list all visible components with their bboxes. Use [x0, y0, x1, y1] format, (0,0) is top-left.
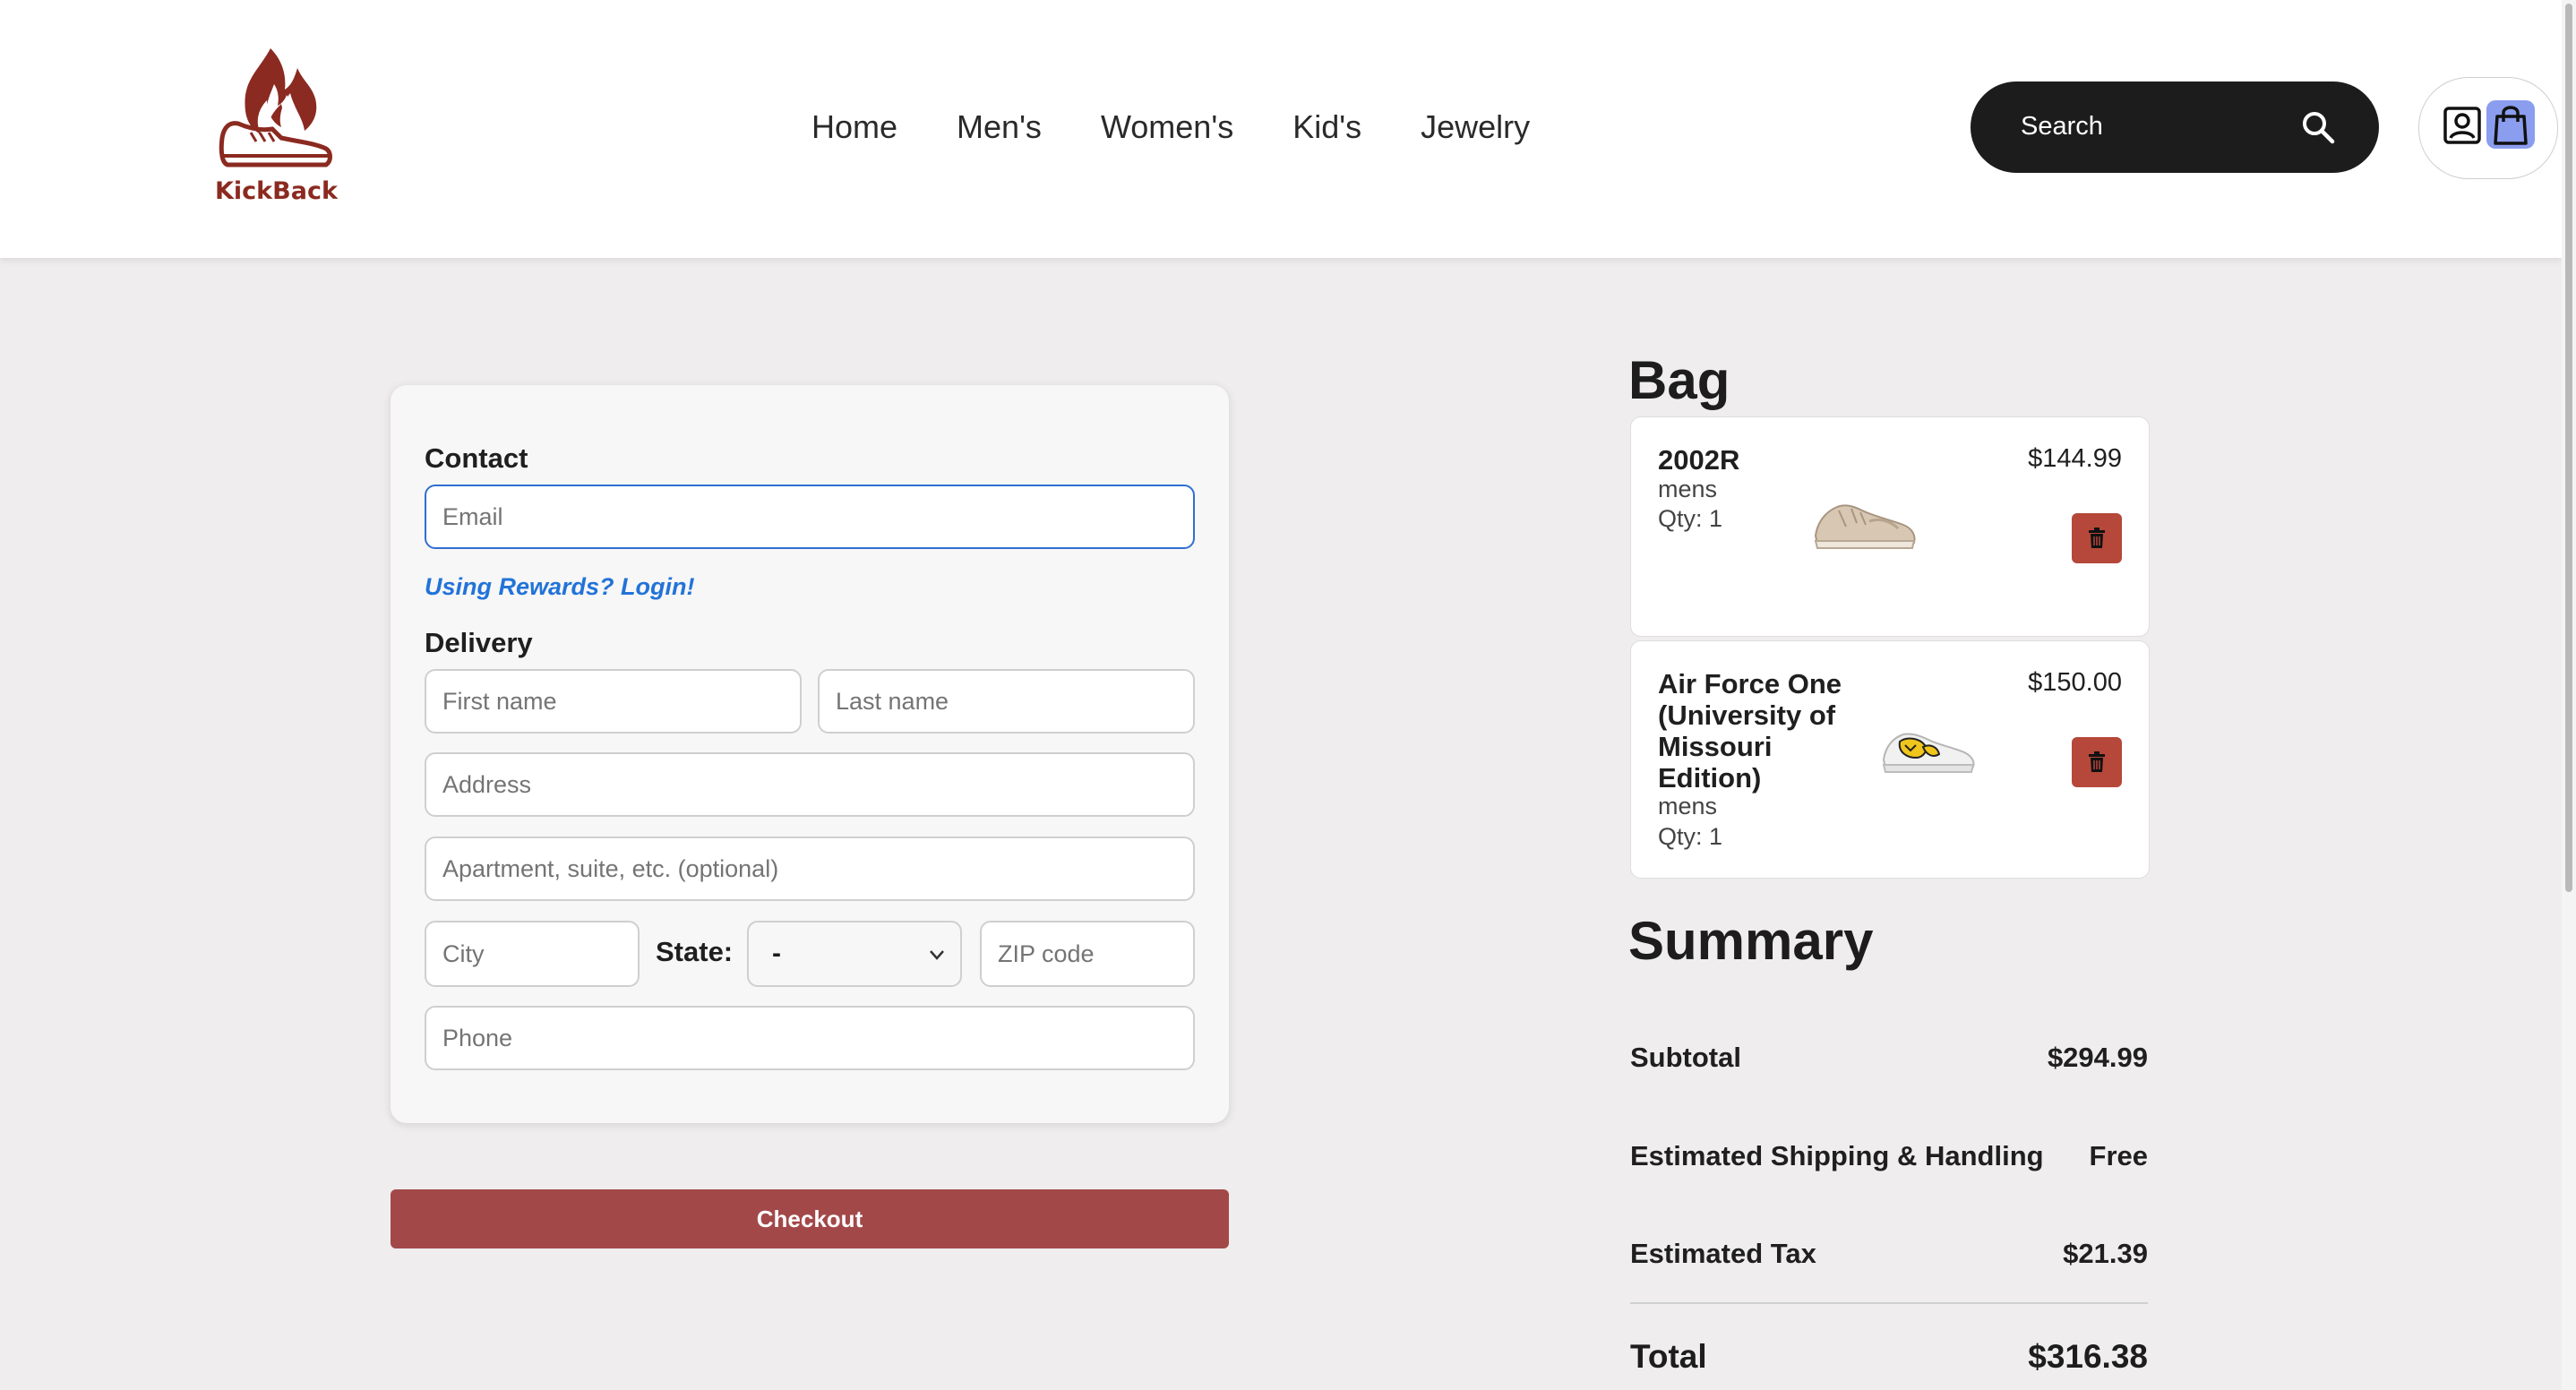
item-name: 2002R [1658, 444, 1740, 476]
shopping-bag-icon[interactable] [2486, 100, 2535, 149]
total-value: $316.38 [2028, 1338, 2148, 1375]
chevron-down-icon [930, 950, 944, 960]
contact-heading: Contact [425, 442, 528, 474]
summary-divider [1630, 1302, 2148, 1304]
remove-item-button[interactable] [2072, 513, 2122, 563]
sneaker-image [1814, 504, 1916, 549]
delivery-heading: Delivery [425, 627, 533, 658]
state-select-value: - [772, 939, 781, 968]
nav-mens[interactable]: Men's [957, 100, 1042, 154]
subtotal-label: Subtotal [1630, 1042, 1741, 1073]
bag-item: 2002R mens Qty: 1 $144.99 [1630, 416, 2150, 637]
scrollbar-thumb[interactable] [2565, 4, 2572, 892]
shipping-label: Estimated Shipping & Handling [1630, 1140, 2044, 1171]
nav-kids[interactable]: Kid's [1292, 100, 1361, 154]
apartment-field[interactable] [425, 837, 1195, 901]
logo-text: KickBack [215, 177, 338, 205]
tax-value: $21.39 [2063, 1238, 2148, 1269]
nav-womens[interactable]: Women's [1101, 100, 1233, 154]
search-icon[interactable] [2300, 109, 2336, 145]
item-category: mens [1658, 476, 1718, 502]
phone-field[interactable] [425, 1006, 1195, 1070]
tax-label: Estimated Tax [1630, 1238, 1816, 1269]
item-quantity: Qty: 1 [1658, 823, 1723, 850]
sneaker-image [1882, 733, 1975, 773]
nav-home[interactable]: Home [811, 100, 897, 154]
nav-jewelry[interactable]: Jewelry [1421, 100, 1530, 154]
subtotal-value: $294.99 [2047, 1042, 2148, 1073]
item-price: $150.00 [2028, 668, 2122, 697]
trash-icon [2089, 751, 2105, 772]
total-label: Total [1630, 1338, 1707, 1375]
zip-code-field[interactable] [980, 921, 1195, 987]
item-price: $144.99 [2028, 444, 2122, 473]
account-icon[interactable] [2443, 106, 2482, 145]
remove-item-button[interactable] [2072, 737, 2122, 787]
checkout-button[interactable]: Checkout [391, 1189, 1229, 1248]
flame-shoe-logo-icon [219, 48, 332, 167]
first-name-field[interactable] [425, 669, 802, 734]
kickback-logo[interactable]: KickBack [215, 41, 338, 211]
summary-heading: Summary [1628, 911, 1874, 971]
trash-icon [2089, 528, 2105, 548]
state-label: State: [656, 936, 734, 967]
bag-item: Air Force One (University of Missouri Ed… [1630, 640, 2150, 879]
main-nav: Home Men's Women's Kid's Jewelry [811, 100, 1589, 154]
rewards-login-link[interactable]: Using Rewards? Login! [425, 573, 695, 601]
search-placeholder: Search [2021, 112, 2103, 141]
city-field[interactable] [425, 921, 640, 987]
item-name: Air Force One (University of Missouri Ed… [1658, 668, 1842, 794]
last-name-field[interactable] [818, 669, 1195, 734]
site-header: KickBack Home Men's Women's Kid's Jewelr… [0, 0, 2562, 258]
shipping-value: Free [2089, 1140, 2148, 1171]
email-field[interactable] [425, 485, 1195, 549]
item-quantity: Qty: 1 [1658, 505, 1723, 532]
item-category: mens [1658, 793, 1718, 819]
state-select[interactable]: - [747, 921, 962, 987]
address-field[interactable] [425, 752, 1195, 817]
bag-heading: Bag [1628, 350, 1730, 410]
